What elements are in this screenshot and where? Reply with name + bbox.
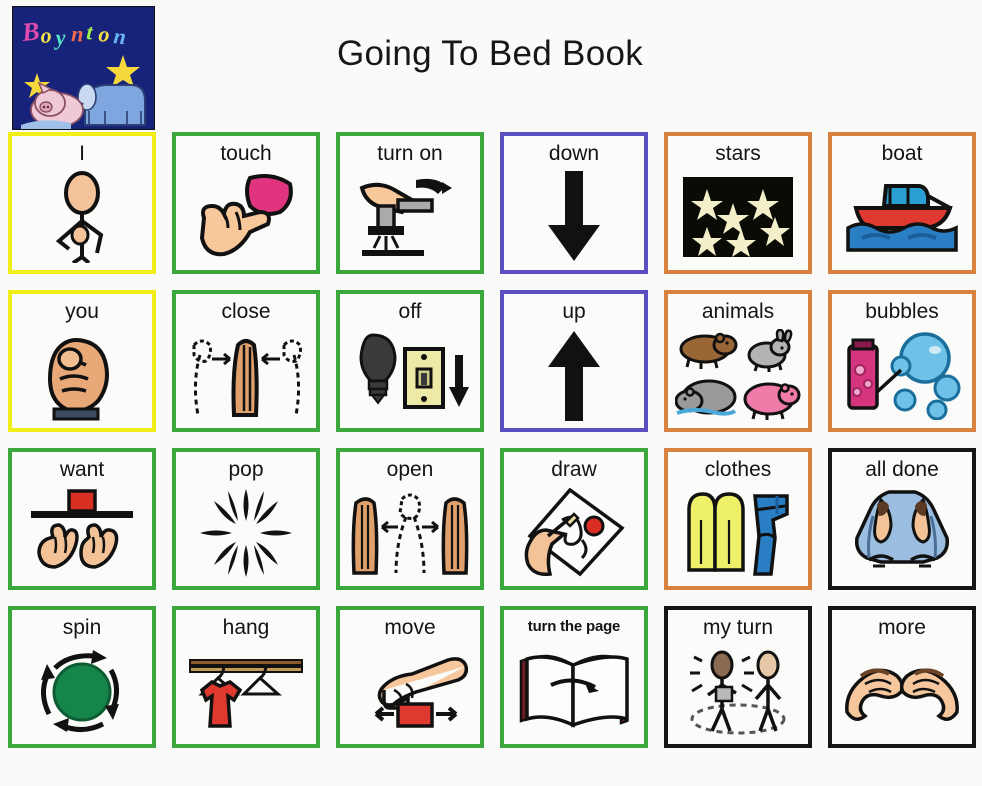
cell-label: you (65, 300, 99, 323)
cell-label: stars (715, 142, 761, 165)
board-cell-pop[interactable]: pop (172, 448, 320, 590)
board-cell-down[interactable]: down (500, 132, 648, 274)
board-cell-clothes[interactable]: clothes (664, 448, 812, 590)
boat-icon (832, 166, 972, 270)
book-cover-thumbnail: B o y n t o n (12, 6, 155, 130)
cell-label: turn the page (527, 618, 621, 635)
board-cell-animals[interactable]: animals (664, 290, 812, 432)
hand-drawing-icon (504, 482, 644, 586)
hand-touching-icon (176, 166, 316, 270)
two-people-circle-icon (668, 640, 808, 744)
shirt-pants-icon (668, 482, 808, 586)
bubbles-icon (832, 324, 972, 428)
cell-label: all done (865, 458, 939, 481)
hand-pointing-icon (12, 324, 152, 428)
spinning-circle-icon (12, 640, 152, 744)
board-cell-all-done[interactable]: all done (828, 448, 976, 590)
board-cell-turn-on[interactable]: turn on (336, 132, 484, 274)
cell-label: down (548, 142, 600, 165)
board-cell-draw[interactable]: draw (500, 448, 648, 590)
lightbulb-switch-off-icon (340, 324, 480, 428)
cell-label: bubbles (865, 300, 939, 323)
hand-pushing-block-icon (340, 640, 480, 744)
svg-text:B: B (20, 16, 41, 47)
cell-label: I (79, 142, 85, 165)
cell-label: touch (220, 142, 272, 165)
board-cell-you[interactable]: you (8, 290, 156, 432)
page-title: Going To Bed Book (336, 34, 644, 73)
cell-label: my turn (702, 616, 773, 639)
arrow-down-icon (504, 166, 644, 270)
board-cell-off[interactable]: off (336, 290, 484, 432)
board-cell-want[interactable]: want (8, 448, 156, 590)
board-cell-stars[interactable]: stars (664, 132, 812, 274)
board-cell-up[interactable]: up (500, 290, 648, 432)
board-cell-close[interactable]: close (172, 290, 320, 432)
board-cell-open[interactable]: open (336, 448, 484, 590)
cell-label: up (562, 300, 586, 323)
communication-board-grid: I touch turn on down stars boat you clos… (0, 128, 982, 786)
cell-label: turn on (377, 142, 443, 165)
night-sky-stars-icon (668, 166, 808, 270)
board-cell-my-turn[interactable]: my turn (664, 606, 812, 748)
svg-text:o: o (40, 22, 53, 48)
cell-label: open (386, 458, 434, 481)
board-header: B o y n t o n Going To Bed Book (0, 0, 982, 130)
burst-icon (176, 482, 316, 586)
cell-label: want (59, 458, 105, 481)
shirt-on-hanger-icon (176, 640, 316, 744)
hands-more-icon (832, 640, 972, 744)
arrow-up-icon (504, 324, 644, 428)
open-book-arrow-icon (504, 636, 644, 744)
board-cell-i[interactable]: I (8, 132, 156, 274)
hands-opening-icon (340, 482, 480, 586)
cell-label: pop (228, 458, 264, 481)
board-cell-more[interactable]: more (828, 606, 976, 748)
hands-closing-icon (176, 324, 316, 428)
person-pointing-self-icon (12, 166, 152, 270)
board-cell-turn-the-page[interactable]: turn the page (500, 606, 648, 748)
cell-label: clothes (704, 458, 772, 481)
cell-label: animals (701, 300, 775, 323)
book-cover-art: B o y n t o n (13, 7, 154, 129)
svg-text:o: o (98, 21, 111, 47)
cell-label: move (384, 616, 436, 639)
svg-text:n: n (112, 23, 127, 49)
animals-icon (668, 324, 808, 428)
cell-label: spin (62, 616, 102, 639)
board-cell-move[interactable]: move (336, 606, 484, 748)
cell-label: close (221, 300, 271, 323)
board-cell-touch[interactable]: touch (172, 132, 320, 274)
board-cell-spin[interactable]: spin (8, 606, 156, 748)
cell-label: boat (881, 142, 923, 165)
cell-label: draw (551, 458, 597, 481)
board-cell-hang[interactable]: hang (172, 606, 320, 748)
board-cell-boat[interactable]: boat (828, 132, 976, 274)
cell-label: more (878, 616, 926, 639)
cell-label: off (398, 300, 422, 323)
board-cell-bubbles[interactable]: bubbles (828, 290, 976, 432)
faucet-hand-icon (340, 166, 480, 270)
cell-label: hang (222, 616, 270, 639)
hands-reaching-block-icon (12, 482, 152, 586)
svg-text:n: n (71, 21, 84, 46)
hands-all-done-icon (832, 482, 972, 586)
